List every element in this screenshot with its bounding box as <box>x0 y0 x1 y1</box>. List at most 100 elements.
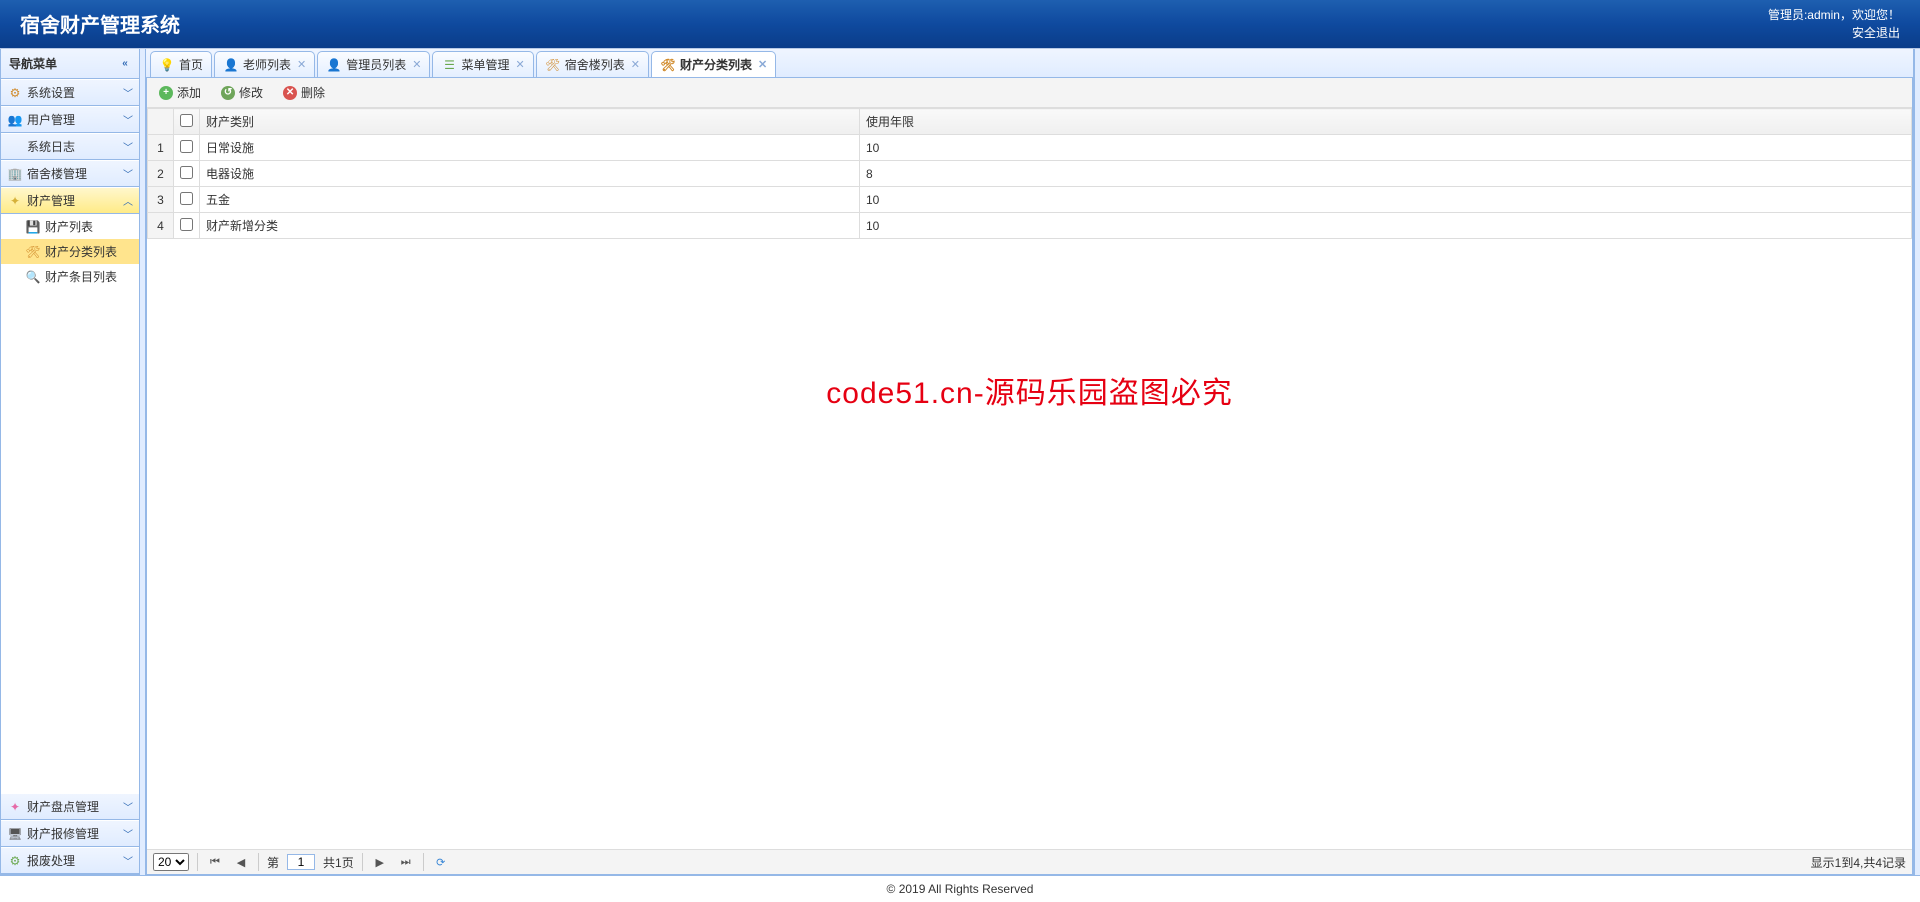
row-number: 2 <box>148 161 174 187</box>
panel-label: 财产盘点管理 <box>27 798 99 815</box>
delete-label: 删除 <box>301 84 325 101</box>
logout-link[interactable]: 安全退出 <box>1768 24 1900 42</box>
table-row[interactable]: 1日常设施10 <box>148 135 1912 161</box>
tab-close-icon[interactable]: ✕ <box>758 58 767 71</box>
chevron-icon: ﹀ <box>123 826 133 841</box>
tab-label: 管理员列表 <box>346 56 406 73</box>
collapse-sidebar-icon[interactable]: « <box>119 58 131 70</box>
col-years[interactable]: 使用年限 <box>860 109 1912 135</box>
sidebar: 导航菜单 « ⚙系统设置﹀👥用户管理﹀系统日志﹀🏢宿舍楼管理﹀✦财产管理︿💾财产… <box>0 49 140 875</box>
panel-label: 财产报修管理 <box>27 825 99 842</box>
col-rownum <box>148 109 174 135</box>
tab-icon: 💡 <box>159 57 175 73</box>
page-input[interactable] <box>287 854 315 870</box>
tab-label: 宿舍楼列表 <box>565 56 625 73</box>
check-all[interactable] <box>180 114 193 127</box>
sidebar-panel-7[interactable]: ⚙报废处理 ﹀ <box>1 847 139 874</box>
delete-button[interactable]: ✕ 删除 <box>279 82 329 103</box>
tab-label: 首页 <box>179 56 203 73</box>
cell-category: 财产新增分类 <box>200 213 860 239</box>
admin-prefix: 管理员: <box>1768 8 1807 22</box>
tab-label: 财产分类列表 <box>680 56 752 73</box>
panel-label: 报废处理 <box>27 852 75 869</box>
tab-icon: 🛠 <box>545 57 561 73</box>
panel-icon: ✦ <box>7 799 23 815</box>
tab-label: 老师列表 <box>243 56 291 73</box>
total-pages: 共1页 <box>323 854 354 871</box>
tree-item-icon: 🔍 <box>25 269 41 285</box>
row-checkbox[interactable] <box>180 140 193 153</box>
panel-label: 用户管理 <box>27 111 75 128</box>
tab-2[interactable]: 👤管理员列表✕ <box>317 51 430 77</box>
sidebar-title: 导航菜单 « <box>1 49 139 79</box>
watermark-text: code51.cn-源码乐园盗图必究 <box>826 368 1232 412</box>
chevron-icon: ︿ <box>123 193 133 208</box>
tab-label: 菜单管理 <box>461 56 509 73</box>
grid-wrap: 财产类别 使用年限 1日常设施102电器设施83五金104财产新增分类10 co… <box>147 108 1912 849</box>
edit-icon: ↺ <box>221 86 235 100</box>
pager-refresh-icon[interactable]: ⟳ <box>432 853 450 871</box>
tab-1[interactable]: 👤老师列表✕ <box>214 51 315 77</box>
app-header: 宿舍财产管理系统 管理员:admin，欢迎您！ 安全退出 <box>0 0 1920 48</box>
sidebar-panel-0[interactable]: ⚙系统设置﹀ <box>1 79 139 106</box>
row-checkbox[interactable] <box>180 218 193 231</box>
tab-4[interactable]: 🛠宿舍楼列表 ✕ <box>536 51 649 77</box>
tab-5[interactable]: 🛠财产分类列表✕ <box>651 51 776 77</box>
row-checkbox[interactable] <box>180 192 193 205</box>
edit-button[interactable]: ↺ 修改 <box>217 82 267 103</box>
edit-label: 修改 <box>239 84 263 101</box>
tree-item-1[interactable]: 🛠财产分类列表 <box>1 239 139 264</box>
tree-item-0[interactable]: 💾财产列表 <box>1 214 139 239</box>
footer: © 2019 All Rights Reserved <box>0 875 1920 902</box>
cell-category: 电器设施 <box>200 161 860 187</box>
sidebar-panel-3[interactable]: 🏢宿舍楼管理﹀ <box>1 160 139 187</box>
main-area: 💡首页👤老师列表✕👤管理员列表✕☰菜单管理✕🛠宿舍楼列表✕🛠财产分类列表✕ + … <box>146 49 1914 875</box>
delete-icon: ✕ <box>283 86 297 100</box>
table-row[interactable]: 2电器设施8 <box>148 161 1912 187</box>
tab-icon: ☰ <box>441 57 457 73</box>
add-button[interactable]: + 添加 <box>155 82 205 103</box>
tree-item-icon: 💾 <box>25 219 41 235</box>
sidebar-panel-1[interactable]: 👥用户管理 ﹀ <box>1 106 139 133</box>
cell-years: 10 <box>860 135 1912 161</box>
page-prefix: 第 <box>267 854 279 871</box>
chevron-icon: ﹀ <box>123 112 133 127</box>
sidebar-title-text: 导航菜单 <box>9 55 57 72</box>
tree-item-label: 财产分类列表 <box>45 243 117 260</box>
pager-last-icon[interactable]: ⏭ <box>397 853 415 871</box>
tree-item-label: 财产条目列表 <box>45 268 117 285</box>
row-number: 4 <box>148 213 174 239</box>
panel-icon: 👥 <box>7 112 23 128</box>
panel-icon: 🖥 <box>7 826 23 842</box>
header-user-info: 管理员:admin，欢迎您！ 安全退出 <box>1768 6 1900 42</box>
row-number: 3 <box>148 187 174 213</box>
tab-3[interactable]: ☰菜单管理 ✕ <box>432 51 533 77</box>
panel-icon: ⚙ <box>7 853 23 869</box>
tab-close-icon[interactable]: ✕ <box>516 58 525 71</box>
panel-label: 系统日志 <box>27 138 75 155</box>
tab-close-icon[interactable]: ✕ <box>297 58 306 71</box>
sidebar-panel-5[interactable]: ✦财产盘点管理﹀ <box>1 793 139 820</box>
tab-close-icon[interactable]: ✕ <box>631 58 640 71</box>
tabs-bar: 💡首页👤老师列表✕👤管理员列表✕☰菜单管理✕🛠宿舍楼列表✕🛠财产分类列表✕ <box>146 49 1913 78</box>
col-category[interactable]: 财产类别 <box>200 109 860 135</box>
pager-next-icon[interactable]: ▶ <box>371 853 389 871</box>
sidebar-panel-4[interactable]: ✦财产管理︿ <box>1 187 139 214</box>
tree-item-2[interactable]: 🔍财产条目列表 <box>1 264 139 289</box>
sidebar-panel-2[interactable]: 系统日志﹀ <box>1 133 139 160</box>
splitter-right[interactable] <box>1914 49 1920 875</box>
table-row[interactable]: 4财产新增分类10 <box>148 213 1912 239</box>
pager-prev-icon[interactable]: ◀ <box>232 853 250 871</box>
panel-label: 系统设置 <box>27 84 75 101</box>
page-size-select[interactable]: 20 <box>153 853 189 871</box>
chevron-icon: ﹀ <box>123 853 133 868</box>
tab-close-icon[interactable]: ✕ <box>412 58 421 71</box>
table-row[interactable]: 3五金10 <box>148 187 1912 213</box>
row-checkbox[interactable] <box>180 166 193 179</box>
panel-icon: ⚙ <box>7 85 23 101</box>
pager-first-icon[interactable]: ⏮ <box>206 853 224 871</box>
sidebar-panel-6[interactable]: 🖥财产报修管理 ﹀ <box>1 820 139 847</box>
row-number: 1 <box>148 135 174 161</box>
tree-item-label: 财产列表 <box>45 218 93 235</box>
tab-0[interactable]: 💡首页 <box>150 51 212 77</box>
